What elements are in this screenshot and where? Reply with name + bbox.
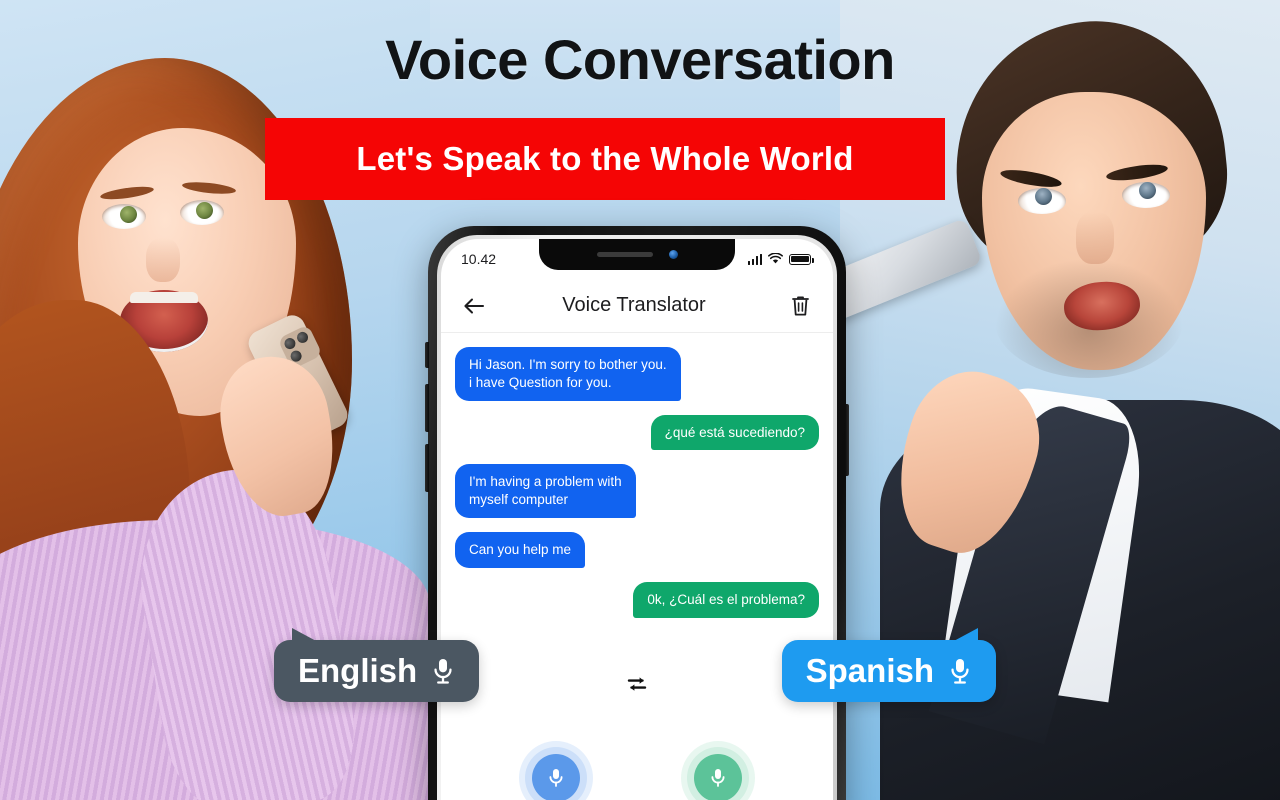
volume-button-mute[interactable] [425,342,429,368]
mic-button-target[interactable] [681,741,755,800]
status-bar: 10.42 [441,239,833,279]
chat-row: Can you help me [455,532,819,568]
woman-iris-right [196,202,213,219]
language-label-target: Spanish [805,652,934,689]
trash-icon[interactable] [785,291,815,321]
app-title: Voice Translator [562,294,706,316]
man-iris-left [1035,188,1052,205]
microphone-icon [948,656,972,686]
woman-teeth [130,292,198,303]
app-bar: Voice Translator [441,279,833,333]
language-button-target[interactable]: Spanish [781,628,996,702]
microphone-icon [431,656,455,686]
language-selector-row: English Spanish [274,628,996,710]
chat-row: ¿qué está sucediendo? [455,414,819,451]
microphone-icon [711,769,725,787]
headline-block: Voice Conversation [0,32,1280,88]
phone-screen: 10.42 Voice Translator Hi Jason. I'm sor… [441,239,833,800]
signal-bars-icon [747,253,762,265]
man-nose [1076,212,1114,264]
speech-bubble-tail [952,628,978,642]
volume-down-button[interactable] [425,444,429,492]
battery-icon [789,253,814,265]
power-button[interactable] [845,404,849,476]
chat-message-list: Hi Jason. I'm sorry to bother you. i hav… [441,333,833,618]
chat-bubble[interactable]: Hi Jason. I'm sorry to bother you. i hav… [455,347,681,401]
wifi-icon [768,253,783,264]
mic-button-source[interactable] [519,741,593,800]
woman-iris-left [120,206,137,223]
language-label-source: English [298,652,418,689]
subtitle-text: Let's Speak to the Whole World [356,140,854,177]
chat-bubble[interactable]: Can you help me [455,532,586,568]
chat-row: Hi Jason. I'm sorry to bother you. i hav… [455,347,819,401]
mic-button-row [441,733,833,800]
speech-bubble-tail [292,628,318,642]
language-button-source[interactable]: English [274,628,480,702]
chat-bubble[interactable]: I'm having a problem with myself compute… [455,464,636,519]
subtitle-banner: Let's Speak to the Whole World [265,118,945,200]
microphone-icon [549,769,563,787]
phone-mockup: 10.42 Voice Translator Hi Jason. I'm sor… [425,226,849,800]
chat-bubble[interactable]: 0k, ¿Cuál es el problema? [633,581,819,618]
chat-row: 0k, ¿Cuál es el problema? [455,581,819,618]
page-title: Voice Conversation [385,28,895,91]
man-iris-right [1139,182,1156,199]
chat-row: I'm having a problem with myself compute… [455,464,819,519]
woman-nose [146,238,180,282]
volume-up-button[interactable] [425,384,429,432]
chat-bubble[interactable]: ¿qué está sucediendo? [650,414,819,451]
status-clock: 10.42 [461,251,497,267]
phone-bezel: 10.42 Voice Translator Hi Jason. I'm sor… [437,235,837,800]
status-icon-group [747,253,814,265]
